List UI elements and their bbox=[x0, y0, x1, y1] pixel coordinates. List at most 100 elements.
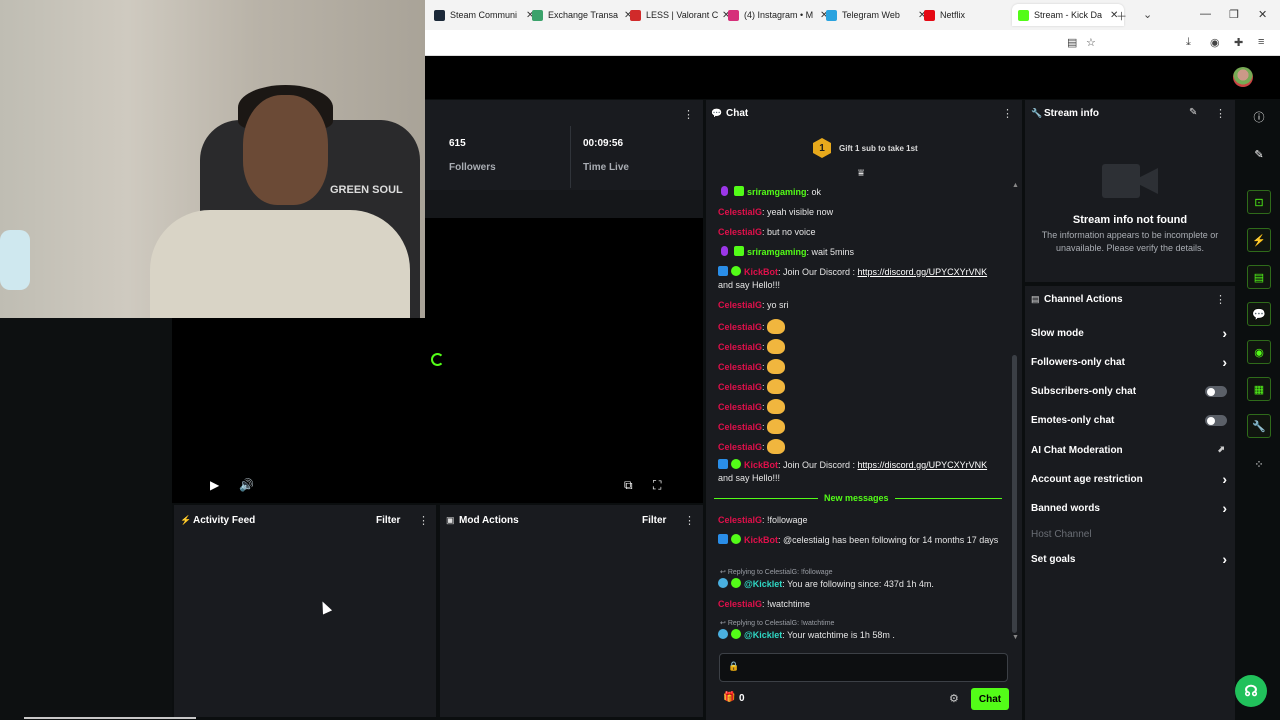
restore-icon[interactable]: ❐ bbox=[1229, 8, 1239, 21]
chat-message[interactable]: CelestialG: bbox=[718, 359, 1003, 374]
broadcast-icon[interactable]: ◉ bbox=[1247, 340, 1271, 364]
chat-message[interactable]: CelestialG: bbox=[718, 339, 1003, 354]
document-icon[interactable]: ▤ bbox=[1247, 265, 1271, 289]
new-tab-icon[interactable]: ＋ bbox=[1116, 8, 1127, 24]
bot-badge-icon bbox=[718, 629, 728, 639]
emotes-only-toggle[interactable] bbox=[1205, 415, 1227, 426]
browser-tab-steam[interactable]: Steam Communi ✕ bbox=[428, 4, 540, 26]
browser-tab-valorant[interactable]: LESS | Valorant C ✕ bbox=[624, 4, 736, 26]
gift-icon[interactable]: 🎁 bbox=[723, 692, 735, 703]
chat-message[interactable]: KickBot: @celestialg has been following … bbox=[718, 534, 1003, 547]
chevron-right-icon: › bbox=[1222, 551, 1227, 567]
chat-icon[interactable]: 💬 bbox=[1247, 302, 1271, 326]
download-icon[interactable]: ⤓ bbox=[1186, 36, 1191, 49]
lightning-icon: ⚡ bbox=[180, 515, 192, 525]
chat-title: Chat bbox=[726, 108, 749, 119]
minimize-icon[interactable]: — bbox=[1200, 8, 1211, 20]
chat-message[interactable]: CelestialG: bbox=[718, 399, 1003, 414]
netflix-icon bbox=[924, 9, 935, 21]
chat-message[interactable]: CelestialG: !watchtime bbox=[718, 598, 1003, 611]
verified-badge-icon bbox=[731, 534, 741, 544]
fullscreen-icon[interactable]: ⛶ bbox=[653, 478, 661, 493]
more-options-icon[interactable]: ⋮ bbox=[1002, 107, 1013, 120]
chat-scrollbar[interactable] bbox=[1012, 355, 1017, 633]
wrench-icon[interactable]: 🔧 bbox=[1247, 414, 1271, 438]
account-icon[interactable]: ◉ bbox=[1210, 36, 1220, 49]
chat-message[interactable]: KickBot: Join Our Discord : https://disc… bbox=[718, 266, 1003, 292]
person-body bbox=[150, 210, 410, 318]
more-options-icon[interactable]: ⋮ bbox=[683, 108, 694, 121]
followers-stat: 615 Followers bbox=[449, 138, 496, 173]
scroll-down-icon[interactable]: ▼ bbox=[1012, 634, 1019, 641]
more-options-icon[interactable]: ⋮ bbox=[1215, 293, 1226, 306]
chat-message[interactable]: sriramgaming: ok bbox=[718, 186, 1003, 199]
more-options-icon[interactable]: ⋮ bbox=[418, 514, 429, 527]
browser-tab-instagram[interactable]: (4) Instagram • M ✕ bbox=[722, 4, 834, 26]
chat-message[interactable]: @Kicklet: Your watchtime is 1h 58m . bbox=[718, 629, 1003, 642]
chat-message[interactable]: CelestialG: yeah visible now bbox=[718, 206, 1003, 219]
more-options-icon[interactable]: ⋮ bbox=[684, 514, 695, 527]
screenshot-icon[interactable]: ⊡ bbox=[1247, 190, 1271, 214]
mod-filter-button[interactable]: Filter bbox=[642, 515, 666, 526]
chat-message[interactable]: @Kicklet: You are following since: 437d … bbox=[718, 578, 1003, 591]
chat-message[interactable]: CelestialG: bbox=[718, 419, 1003, 434]
loading-spinner-icon bbox=[431, 353, 444, 366]
picture-in-picture-icon[interactable]: ⧉ bbox=[624, 478, 633, 493]
emotes-only-chat-item[interactable]: Emotes-only chat bbox=[1031, 411, 1227, 431]
browser-tab-kick[interactable]: Stream - Kick Da ✕ bbox=[1012, 4, 1125, 26]
browser-tab-telegram[interactable]: Telegram Web ✕ bbox=[820, 4, 932, 26]
activity-filter-button[interactable]: Filter bbox=[376, 515, 400, 526]
ai-chat-moderation-item[interactable]: AI Chat Moderation ⬈ bbox=[1031, 441, 1227, 461]
pinned-collapse-icon[interactable]: ⩸ bbox=[858, 168, 864, 179]
lightning-icon[interactable]: ⚡ bbox=[1247, 228, 1271, 252]
send-chat-button[interactable]: Chat bbox=[971, 688, 1009, 710]
chat-message[interactable]: CelestialG: but no voice bbox=[718, 226, 1003, 239]
verified-badge-icon bbox=[731, 629, 741, 639]
chat-message[interactable]: CelestialG: bbox=[718, 319, 1003, 334]
chat-message[interactable]: CelestialG: bbox=[718, 439, 1003, 454]
discord-link[interactable]: https://discord.gg/UPYCXYrVNK bbox=[858, 267, 988, 277]
nodes-icon[interactable]: ⁘ bbox=[1247, 452, 1271, 476]
window-close-icon[interactable]: ✕ bbox=[1258, 8, 1267, 21]
chat-message[interactable]: CelestialG: yo sri bbox=[718, 299, 1003, 312]
menu-icon[interactable]: ≡ bbox=[1258, 36, 1264, 48]
emote-icon bbox=[766, 339, 785, 354]
host-channel-item: Host Channel bbox=[1031, 529, 1092, 540]
more-options-icon[interactable]: ⋮ bbox=[1215, 107, 1226, 120]
browser-tab-exchange[interactable]: Exchange Transa ✕ bbox=[526, 4, 638, 26]
gift-sub-leaderboard[interactable]: 1 Gift 1 sub to take 1st bbox=[813, 138, 918, 158]
avatar[interactable] bbox=[1233, 67, 1253, 87]
pencil-icon[interactable]: ✎ bbox=[1247, 142, 1271, 166]
account-age-restriction-item[interactable]: Account age restriction › bbox=[1031, 470, 1227, 490]
slow-mode-item[interactable]: Slow mode › bbox=[1031, 324, 1227, 344]
chat-message[interactable]: CelestialG: bbox=[718, 379, 1003, 394]
emote-icon bbox=[766, 419, 785, 434]
chat-input[interactable]: 🔒 bbox=[719, 653, 1008, 682]
bookmark-star-icon[interactable]: ☆ bbox=[1086, 36, 1096, 49]
emote-icon bbox=[766, 439, 785, 454]
verified-badge-icon bbox=[731, 578, 741, 588]
scroll-up-icon[interactable]: ▲ bbox=[1012, 182, 1019, 189]
subscribers-only-chat-item[interactable]: Subscribers-only chat bbox=[1031, 382, 1227, 402]
help-headset-icon[interactable]: ☊ bbox=[1235, 675, 1267, 707]
banned-words-item[interactable]: Banned words › bbox=[1031, 499, 1227, 519]
subscribers-only-toggle[interactable] bbox=[1205, 386, 1227, 397]
pencil-icon[interactable]: ✎ bbox=[1189, 107, 1197, 118]
chat-message[interactable]: sriramgaming: wait 5mins bbox=[718, 246, 1003, 259]
set-goals-item[interactable]: Set goals › bbox=[1031, 550, 1227, 570]
discord-link[interactable]: https://discord.gg/UPYCXYrVNK bbox=[858, 460, 988, 470]
volume-icon[interactable]: 🔊 bbox=[239, 478, 254, 492]
gear-icon[interactable]: ⚙ bbox=[949, 692, 959, 705]
extensions-icon[interactable]: ✚ bbox=[1234, 36, 1243, 49]
activity-feed-panel: ⚡ Activity Feed Filter ⋮ bbox=[174, 505, 436, 717]
play-icon[interactable]: ▶ bbox=[210, 478, 219, 492]
reader-view-icon[interactable]: ▤ bbox=[1067, 36, 1077, 49]
chat-message[interactable]: KickBot: Join Our Discord : https://disc… bbox=[718, 459, 1003, 485]
followers-only-chat-item[interactable]: Followers-only chat › bbox=[1031, 353, 1227, 373]
layout-icon[interactable]: ▦ bbox=[1247, 377, 1271, 401]
chat-message[interactable]: CelestialG: !followage bbox=[718, 514, 1003, 527]
new-messages-label[interactable]: New messages bbox=[818, 493, 895, 503]
moderator-badge-icon bbox=[718, 534, 728, 544]
chevron-down-icon[interactable]: ⌄ bbox=[1143, 8, 1152, 21]
info-icon[interactable]: ⓘ bbox=[1247, 105, 1271, 129]
